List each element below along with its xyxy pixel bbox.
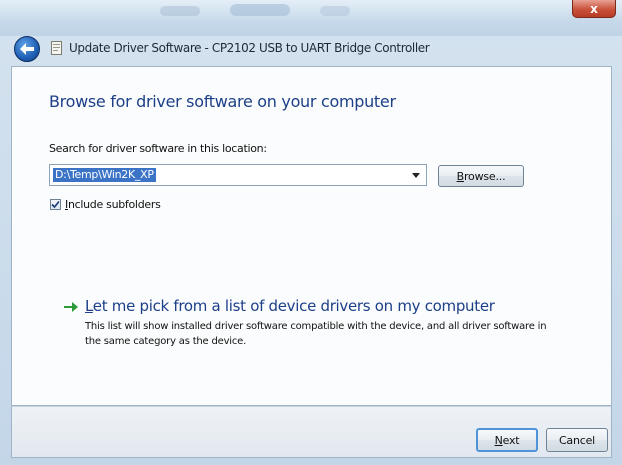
- path-combobox[interactable]: D:\Temp\Win2K_XP: [49, 164, 427, 186]
- pick-from-list-description: This list will show installed driver sof…: [85, 321, 547, 347]
- blurred-background: [160, 6, 200, 16]
- checkmark-icon: [51, 200, 60, 208]
- green-arrow-icon: [64, 302, 78, 312]
- next-accelerator: N: [494, 433, 503, 447]
- browse-label: rowse...: [463, 169, 506, 183]
- cancel-button[interactable]: Cancel: [546, 428, 608, 452]
- include-subfolders-label[interactable]: Include subfolders: [65, 198, 161, 211]
- browse-accelerator: B: [456, 169, 465, 183]
- title-bar: x: [0, 0, 622, 36]
- close-icon: x: [590, 1, 598, 16]
- pick-title-text: et me pick from a list of device drivers…: [92, 297, 495, 315]
- dialog-window: x Update Driver Software - CP2102 USB to…: [0, 0, 622, 465]
- path-input-value[interactable]: D:\Temp\Win2K_XP: [53, 168, 156, 182]
- browse-button[interactable]: Browse...: [438, 165, 524, 187]
- back-button[interactable]: [14, 36, 40, 62]
- chevron-down-icon[interactable]: [412, 173, 420, 178]
- document-icon: [51, 41, 62, 55]
- pick-from-list-option[interactable]: Let me pick from a list of device driver…: [64, 297, 564, 353]
- close-button[interactable]: x: [572, 0, 616, 18]
- button-bar: Next Cancel: [11, 406, 612, 458]
- blurred-background: [320, 6, 350, 16]
- next-label: ext: [502, 433, 520, 447]
- include-subfolders-row[interactable]: Include subfolders: [50, 197, 161, 211]
- page-heading: Browse for driver software on your compu…: [49, 92, 396, 111]
- window-title: Update Driver Software - CP2102 USB to U…: [69, 41, 430, 55]
- pick-accelerator: L: [85, 297, 93, 315]
- search-location-label: Search for driver software in this locat…: [49, 142, 267, 155]
- back-arrow-icon: [20, 43, 34, 55]
- content-panel: Browse for driver software on your compu…: [11, 66, 612, 406]
- next-button[interactable]: Next: [476, 428, 538, 452]
- include-subfolders-checkbox[interactable]: [50, 198, 61, 210]
- blurred-background: [230, 4, 290, 16]
- include-subfolders-text: nclude subfolders: [67, 197, 161, 211]
- pick-from-list-link[interactable]: Let me pick from a list of device driver…: [85, 297, 495, 315]
